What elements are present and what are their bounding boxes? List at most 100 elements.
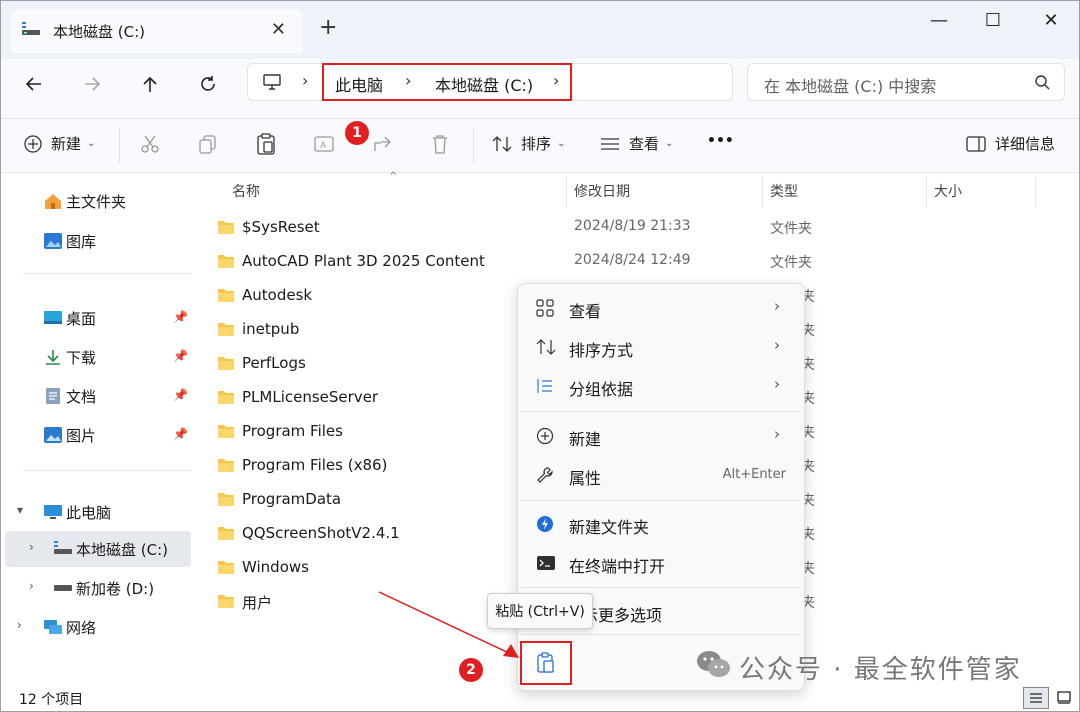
new-folder-icon	[536, 515, 554, 537]
pin-icon[interactable]: 📌	[173, 349, 188, 363]
file-name: $SysReset	[242, 218, 320, 236]
navigation-pane: 主文件夹 图库 桌面 📌 下载 📌 文档 📌 图片 📌 ▾ 此电脑 › 本地磁盘…	[1, 173, 197, 683]
menu-item-view[interactable]: 查看 ›	[518, 289, 804, 327]
sidebar-item-desktop[interactable]: 桌面 📌	[1, 300, 191, 336]
minimize-button[interactable]: —	[919, 7, 959, 33]
column-divider[interactable]	[566, 177, 567, 207]
pin-icon[interactable]: 📌	[173, 310, 188, 324]
svg-text:A: A	[320, 140, 326, 150]
annotation-badge-1: 1	[345, 121, 369, 145]
sidebar-item-downloads[interactable]: 下载 📌	[1, 339, 191, 375]
terminal-icon	[536, 554, 556, 576]
menu-item-label: 查看	[569, 302, 602, 321]
view-button[interactable]: 查看 ⌄	[599, 133, 673, 154]
menu-item-group-by[interactable]: 分组依据 ›	[518, 367, 804, 405]
tab-close-icon[interactable]: ✕	[271, 19, 286, 40]
chevron-down-icon[interactable]: ▾	[17, 503, 23, 517]
chevron-right-icon[interactable]: ›	[17, 618, 22, 632]
menu-item-new[interactable]: 新建 ›	[518, 417, 804, 455]
sidebar-item-documents[interactable]: 文档 📌	[1, 378, 191, 414]
address-annotation-box	[322, 63, 572, 101]
file-type: 文件夹	[770, 255, 812, 271]
column-header-type[interactable]: 类型	[770, 181, 798, 201]
sidebar-item-label: 网络	[66, 619, 97, 637]
search-box[interactable]: 在 本地磁盘 (C:) 中搜索	[747, 63, 1065, 101]
cut-icon[interactable]	[139, 133, 161, 159]
refresh-button[interactable]	[191, 67, 225, 101]
column-divider[interactable]	[1035, 177, 1036, 207]
menu-item-new-folder[interactable]: 新建文件夹	[518, 505, 804, 543]
search-icon	[1034, 74, 1050, 94]
menu-item-sort-by[interactable]: 排序方式 ›	[518, 328, 804, 366]
sidebar-item-home[interactable]: 主文件夹	[1, 183, 191, 219]
file-explorer-window: 本地磁盘 (C:) ✕ + — ☐ ✕ › 此电脑 › 本地磁盘 (C:) › …	[0, 0, 1080, 712]
file-modified: 2024/8/19 21:33	[574, 218, 691, 234]
item-count: 12 个项目	[19, 692, 84, 708]
rename-icon[interactable]: A	[313, 133, 335, 159]
divider	[522, 411, 800, 412]
divider	[522, 634, 800, 635]
column-header-name[interactable]: 名称	[232, 181, 260, 201]
menu-item-open-terminal[interactable]: 在终端中打开	[518, 544, 804, 582]
forward-button[interactable]	[75, 67, 109, 101]
details-view-button[interactable]	[1023, 687, 1049, 709]
file-name: AutoCAD Plant 3D 2025 Content	[242, 252, 485, 270]
more-options-button[interactable]: •••	[707, 133, 734, 149]
file-name: Windows	[242, 558, 309, 576]
column-header-modified[interactable]: 修改日期	[574, 181, 630, 201]
close-button[interactable]: ✕	[1031, 7, 1071, 33]
network-icon	[43, 618, 63, 640]
column-header-size[interactable]: 大小	[934, 181, 962, 201]
sidebar-item-label: 主文件夹	[66, 193, 127, 211]
new-tab-button[interactable]: +	[319, 15, 337, 40]
file-name: Autodesk	[242, 286, 313, 304]
share-icon[interactable]	[371, 133, 393, 159]
up-button[interactable]	[133, 67, 167, 101]
up-arrow-icon	[143, 76, 157, 92]
annotation-arrow	[378, 591, 519, 658]
back-button[interactable]	[17, 67, 51, 101]
chevron-right-icon: ›	[774, 297, 780, 315]
sidebar-item-label: 本地磁盘 (C:)	[76, 541, 168, 559]
sidebar-item-network[interactable]: › 网络	[1, 609, 191, 645]
chevron-down-icon: ⌄	[87, 138, 96, 149]
file-name: inetpub	[242, 320, 300, 338]
chevron-right-icon: ›	[774, 336, 780, 354]
column-divider[interactable]	[926, 177, 927, 207]
sort-button[interactable]: 排序 ⌄	[491, 133, 565, 154]
sidebar-item-this-pc[interactable]: ▾ 此电脑	[1, 494, 191, 530]
file-name: PLMLicenseServer	[242, 388, 379, 406]
copy-icon[interactable]	[197, 133, 219, 159]
menu-item-label: 排序方式	[569, 341, 634, 360]
pin-icon[interactable]: 📌	[173, 427, 188, 441]
forward-arrow-icon	[85, 77, 101, 91]
divider	[522, 587, 800, 588]
annotation-badge-2: 2	[459, 658, 483, 682]
file-name: ProgramData	[242, 490, 342, 508]
tab-title: 本地磁盘 (C:)	[53, 22, 145, 41]
command-bar: 新建 ⌄ A 排序 ⌄ 查看 ⌄ ••• 详细信息	[1, 119, 1079, 173]
details-pane-icon	[966, 135, 986, 152]
details-pane-button[interactable]: 详细信息	[965, 133, 1055, 154]
new-button[interactable]: 新建 ⌄	[23, 133, 95, 154]
wrench-icon	[536, 466, 554, 488]
chevron-right-icon[interactable]: ›	[29, 540, 34, 554]
tab-local-disk-c[interactable]: 本地磁盘 (C:) ✕	[11, 9, 302, 53]
divider	[119, 127, 120, 163]
sidebar-item-new-volume-d[interactable]: › 新加卷 (D:)	[1, 570, 191, 606]
sidebar-item-pictures[interactable]: 图片 📌	[1, 417, 191, 453]
delete-icon[interactable]	[429, 133, 451, 159]
breadcrumb-chevron[interactable]: ›	[302, 71, 308, 90]
pin-icon[interactable]: 📌	[173, 388, 188, 402]
paste-icon[interactable]	[255, 132, 277, 160]
maximize-button[interactable]: ☐	[973, 7, 1013, 33]
chevron-right-icon[interactable]: ›	[29, 579, 34, 593]
menu-item-properties[interactable]: 属性 Alt+Enter	[518, 456, 804, 494]
table-row[interactable]: AutoCAD Plant 3D 2025 Content 2024/8/24 1…	[217, 245, 817, 279]
sidebar-item-local-disk-c[interactable]: › 本地磁盘 (C:)	[5, 531, 191, 567]
column-divider[interactable]	[762, 177, 763, 207]
sidebar-item-gallery[interactable]: 图库	[1, 223, 191, 259]
plus-circle-icon	[24, 134, 42, 153]
table-row[interactable]: $SysReset 2024/8/19 21:33 文件夹	[217, 211, 817, 245]
tiles-view-button[interactable]	[1051, 687, 1077, 709]
